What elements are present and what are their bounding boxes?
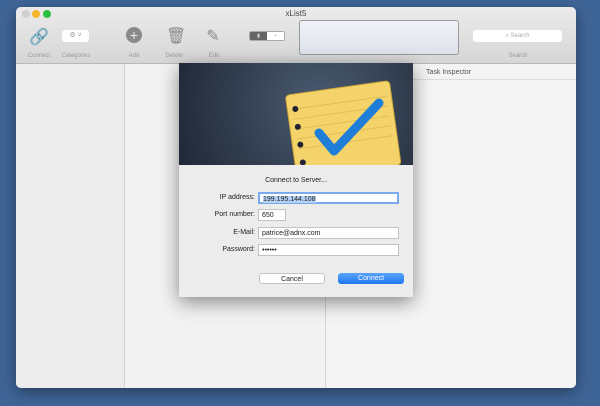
email-label: E-Mail:: [233, 229, 255, 236]
add-label: Add: [128, 53, 140, 59]
email-field[interactable]: patrice@adnx.com: [258, 227, 399, 239]
ip-value: 199.195.144.108: [263, 196, 316, 203]
search-placeholder: Search: [510, 33, 530, 39]
view-toggle[interactable]: ▮ ▪: [249, 31, 285, 41]
window-title: xList5: [285, 9, 307, 18]
toolbar: xList5 🔗 Connect ⚙ ˅ Categories + Add 🗑 …: [16, 7, 576, 64]
cancel-button[interactable]: Cancel: [259, 273, 325, 284]
add-icon[interactable]: +: [126, 27, 142, 43]
ip-address-field[interactable]: 199.195.144.108: [258, 192, 399, 204]
port-label: Port number:: [214, 211, 255, 218]
trash-icon[interactable]: 🗑: [166, 26, 186, 46]
ip-label: IP address:: [219, 194, 255, 201]
link-icon[interactable]: 🔗: [29, 27, 49, 47]
port-field[interactable]: 650: [258, 209, 286, 221]
edit-label: Edit: [208, 53, 220, 59]
notepad-checkmark-icon: [285, 80, 402, 180]
search-label: Search: [508, 53, 528, 59]
delete-label: Delete: [165, 53, 183, 59]
pencil-icon[interactable]: ✎: [205, 26, 221, 46]
search-input[interactable]: ⌕ Search: [473, 30, 562, 42]
password-field[interactable]: ••••••: [258, 244, 399, 256]
categories-label: Categories: [61, 53, 91, 59]
connect-button[interactable]: Connect: [338, 273, 404, 284]
status-display: [299, 20, 459, 55]
connect-dialog: Connect to Server... IP address: 199.195.…: [179, 63, 413, 297]
categories-dropdown[interactable]: ⚙ ˅: [62, 30, 89, 42]
dialog-heading: Connect to Server...: [265, 177, 327, 184]
password-label: Password:: [222, 246, 255, 253]
app-logo-banner: [179, 63, 413, 180]
sidebar: [16, 64, 125, 388]
connect-label: Connect: [27, 53, 51, 59]
